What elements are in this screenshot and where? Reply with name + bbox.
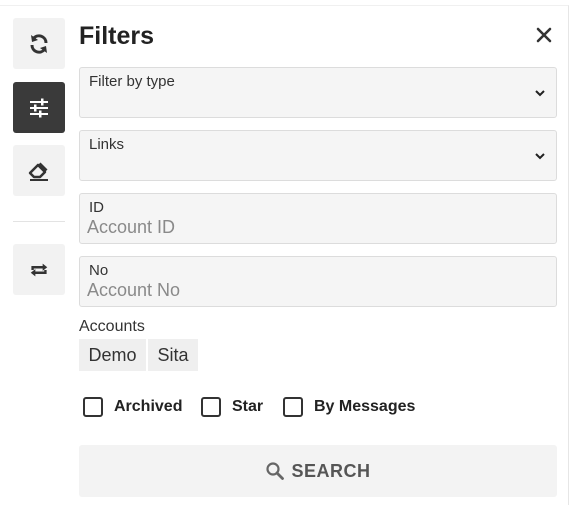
sliders-icon — [30, 98, 48, 117]
filter-type-select[interactable]: Filter by type — [79, 67, 557, 118]
account-chip-sita[interactable]: Sita — [148, 339, 198, 371]
clear-filters-button[interactable] — [13, 145, 65, 196]
checkbox-box[interactable] — [283, 397, 303, 417]
account-id-label: ID — [89, 199, 104, 216]
panel-title: Filters — [79, 22, 155, 50]
search-label: SEARCH — [291, 460, 371, 481]
links-label: Links — [89, 136, 125, 153]
account-no-placeholder: Account No — [87, 280, 181, 300]
star-checkbox[interactable]: Star — [201, 397, 263, 417]
by-messages-checkbox[interactable]: By Messages — [283, 397, 415, 417]
account-no-label: No — [89, 262, 109, 279]
accounts-label: Accounts — [79, 318, 145, 335]
account-no-field[interactable]: No Account No — [79, 256, 557, 307]
filter-type-label: Filter by type — [89, 73, 175, 90]
archived-checkbox[interactable]: Archived — [83, 397, 182, 417]
account-id-field[interactable]: ID Account ID — [79, 193, 557, 244]
refresh-button[interactable] — [13, 18, 65, 69]
search-icon — [266, 462, 285, 480]
repeat-button[interactable] — [13, 244, 65, 295]
repeat-icon — [30, 263, 48, 276]
checkbox-box[interactable] — [83, 397, 103, 417]
eraser-icon — [28, 162, 48, 181]
by-messages-label: By Messages — [314, 398, 416, 415]
account-chip-demo[interactable]: Demo — [79, 339, 146, 371]
refresh-icon — [30, 33, 48, 54]
checkbox-box[interactable] — [201, 397, 221, 417]
chevron-down-icon — [535, 90, 545, 97]
archived-label: Archived — [114, 398, 183, 415]
filters-toggle-button[interactable] — [13, 82, 65, 133]
sidebar-divider — [13, 221, 65, 222]
chevron-down-icon — [535, 153, 545, 160]
close-icon[interactable] — [533, 24, 555, 46]
links-select[interactable]: Links — [79, 130, 557, 181]
star-label: Star — [232, 398, 264, 415]
account-id-placeholder: Account ID — [87, 217, 176, 237]
search-button[interactable]: SEARCH — [79, 445, 557, 497]
